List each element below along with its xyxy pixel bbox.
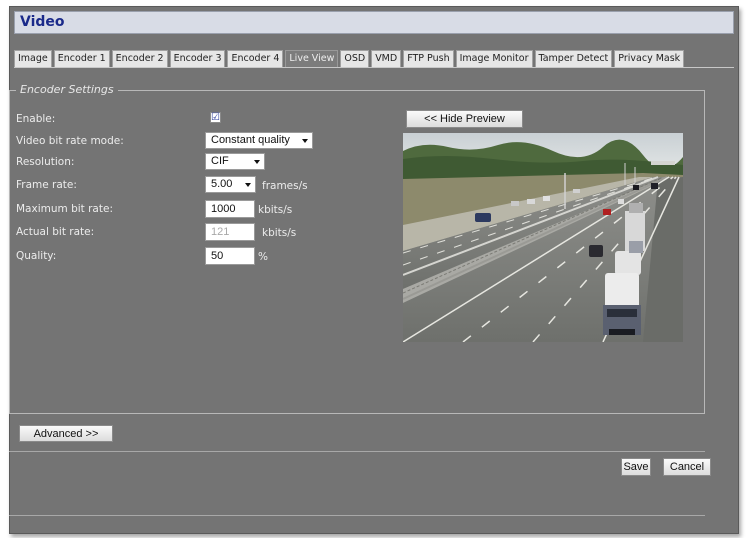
tab-image[interactable]: Image [14, 50, 52, 67]
tab-image-monitor[interactable]: Image Monitor [455, 50, 533, 67]
tab-privacy-mask[interactable]: Privacy Mask [614, 50, 685, 67]
quality-input[interactable]: 50 [205, 247, 255, 265]
bitrate-mode-label: Video bit rate mode: [16, 135, 124, 147]
actual-bitrate-unit: kbits/s [262, 227, 297, 239]
tab-vmd[interactable]: VMD [371, 50, 402, 67]
quality-unit: % [258, 251, 268, 263]
enable-label: Enable: [16, 113, 56, 125]
max-bitrate-input[interactable]: 1000 [205, 200, 255, 218]
cancel-button[interactable]: Cancel [663, 458, 711, 476]
divider [9, 515, 705, 516]
max-bitrate-label: Maximum bit rate: [16, 203, 113, 215]
title-bar: Video [14, 11, 734, 34]
bitrate-mode-select[interactable]: Constant quality [205, 132, 313, 149]
tab-ftp-push[interactable]: FTP Push [403, 50, 454, 67]
chevron-down-icon [254, 160, 260, 164]
tab-encoder-2[interactable]: Encoder 2 [111, 50, 168, 67]
quality-label: Quality: [16, 250, 57, 262]
tab-encoder-1[interactable]: Encoder 1 [53, 50, 110, 67]
frame-rate-value: 5.00 [211, 178, 233, 190]
max-bitrate-unit: kbits/s [258, 204, 293, 216]
resolution-value: CIF [211, 155, 229, 167]
highway-preview-graphic [403, 133, 683, 342]
hide-preview-button[interactable]: << Hide Preview [406, 110, 523, 128]
frame-rate-unit: frames/s [262, 180, 308, 192]
frame-rate-select[interactable]: 5.00 [205, 176, 256, 193]
encoder-settings-legend: Encoder Settings [16, 83, 118, 96]
chevron-down-icon [245, 183, 251, 187]
tab-live-view[interactable]: Live View [285, 50, 339, 67]
tab-divider [14, 67, 734, 68]
enable-checkbox[interactable]: ☑ [210, 112, 221, 123]
actual-bitrate-field: 121 [205, 223, 255, 241]
camera-preview-image [403, 133, 683, 342]
tab-osd[interactable]: OSD [340, 50, 370, 67]
bitrate-mode-value: Constant quality [211, 134, 290, 146]
advanced-button[interactable]: Advanced >> [19, 425, 113, 442]
resolution-select[interactable]: CIF [205, 153, 265, 170]
chevron-down-icon [302, 139, 308, 143]
divider [9, 451, 705, 452]
tab-bar: Image Encoder 1 Encoder 2 Encoder 3 Encoder … [14, 50, 686, 67]
page-title: Video [20, 14, 65, 30]
frame-rate-label: Frame rate: [16, 179, 77, 191]
tab-encoder-4[interactable]: Encoder 4 [227, 50, 284, 67]
tab-tamper-detect[interactable]: Tamper Detect [534, 50, 613, 67]
resolution-label: Resolution: [16, 156, 75, 168]
save-button[interactable]: Save [621, 458, 651, 476]
tab-encoder-3[interactable]: Encoder 3 [169, 50, 226, 67]
actual-bitrate-label: Actual bit rate: [16, 226, 95, 238]
